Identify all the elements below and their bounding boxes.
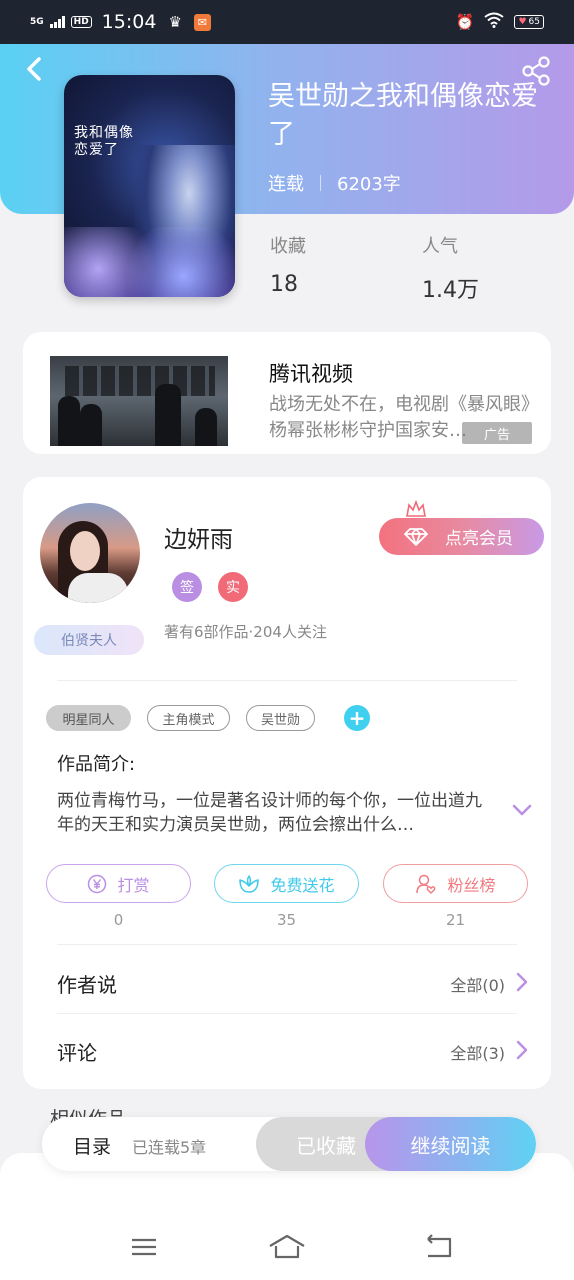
status-bar: 5G HD 15:04 ♛ ✉ ⏰ ♥ 65 <box>0 0 574 44</box>
flower-icon <box>239 874 260 893</box>
fan-count: 21 <box>445 911 466 929</box>
book-cover[interactable]: 我和偶像恋爱了 <box>64 75 235 297</box>
back-button[interactable] <box>20 54 50 84</box>
crown-icon <box>406 500 426 517</box>
tip-label: 打赏 <box>117 875 150 895</box>
divider <box>57 1013 517 1014</box>
ad-label: 广告 <box>462 422 532 444</box>
wifi-icon <box>484 12 505 32</box>
fan-rank-label: 粉丝榜 <box>447 875 496 895</box>
diamond-icon <box>404 528 428 546</box>
home-icon[interactable] <box>267 1230 307 1264</box>
cover-flowers <box>64 227 235 297</box>
fan-rank-button[interactable]: 粉丝榜 <box>383 864 528 903</box>
popularity-value: 1.4万 <box>422 278 479 303</box>
tag-item[interactable]: 主角模式 <box>147 705 230 731</box>
word-count: 6203字 <box>337 174 401 195</box>
fan-person-icon <box>416 874 436 894</box>
collect-stat: 收藏 18 <box>270 232 306 297</box>
verified-badge: 实 <box>218 572 248 602</box>
tip-count: 0 <box>113 911 124 929</box>
chevron-right-icon <box>516 1040 528 1060</box>
clock: 15:04 <box>101 11 157 33</box>
signal-icon <box>49 16 65 28</box>
divider <box>57 680 517 681</box>
chevron-right-icon <box>516 972 528 992</box>
meta-divider <box>320 175 321 191</box>
tag-item[interactable]: 明星同人 <box>46 705 131 731</box>
intro-text: 两位青梅竹马，一位是著名设计师的每个你，一位出道九年的天王和实力演员吴世勋，两位… <box>57 791 482 835</box>
author-name[interactable]: 边妍雨 <box>164 520 233 554</box>
alarm-icon: ⏰ <box>455 13 475 31</box>
hd-icon: HD <box>70 16 92 28</box>
toc-button[interactable]: 目录 <box>73 1132 111 1159</box>
popularity-stat: 人气 1.4万 <box>422 232 479 304</box>
menu-icon[interactable] <box>124 1230 164 1264</box>
plus-icon: + <box>348 706 366 730</box>
back-nav-icon[interactable] <box>418 1230 458 1264</box>
author-avatar[interactable] <box>40 503 140 603</box>
send-flower-label: 免费送花 <box>270 875 335 895</box>
author-says-row[interactable]: 作者说 全部(0) <box>23 953 551 1013</box>
author-says-label: 作者说 <box>57 973 117 997</box>
yuan-coin-icon <box>88 874 107 893</box>
system-nav-bar <box>0 1220 574 1280</box>
chevron-down-icon <box>512 804 532 816</box>
app-notification-icon: ✉ <box>193 13 211 31</box>
collect-value: 18 <box>270 272 298 297</box>
popularity-label: 人气 <box>422 236 458 257</box>
ad-thumbnail <box>50 356 228 446</box>
author-stats: 著有6部作品·204人关注 <box>164 623 327 641</box>
flower-count: 35 <box>276 911 297 929</box>
intro-label: 作品简介: <box>57 754 136 775</box>
comments-row[interactable]: 评论 全部(3) <box>23 1021 551 1081</box>
signed-badge: 签 <box>172 572 202 602</box>
crown-icon: ♛ <box>168 13 182 31</box>
serial-status: 连载 <box>268 174 304 195</box>
add-tag-button[interactable]: + <box>344 705 370 731</box>
comments-label: 评论 <box>57 1041 97 1065</box>
fan-rank-badge: 伯贤夫人 <box>34 625 144 655</box>
continue-reading-button[interactable]: 继续阅读 <box>365 1117 536 1171</box>
author-says-count: 全部(0) <box>450 976 505 995</box>
comments-count: 全部(3) <box>450 1044 505 1063</box>
cover-title: 我和偶像恋爱了 <box>74 125 134 158</box>
chevron-left-icon <box>27 57 41 81</box>
battery-level: 65 <box>528 17 540 27</box>
expand-intro-button[interactable] <box>510 800 534 820</box>
book-title: 吴世勋之我和偶像恋爱了 <box>268 81 538 150</box>
vip-button-label: 点亮会员 <box>445 529 513 549</box>
tag-item[interactable]: 吴世勋 <box>246 705 315 731</box>
vip-button[interactable]: 点亮会员 <box>379 518 544 555</box>
book-meta: 连载 6203字 <box>268 170 401 196</box>
network-type: 5G <box>30 16 44 27</box>
tip-button[interactable]: 打赏 <box>46 864 191 903</box>
send-flower-button[interactable]: 免费送花 <box>214 864 359 903</box>
battery-icon: ♥ 65 <box>514 15 544 29</box>
ad-title: 腾讯视频 <box>269 362 353 386</box>
collect-label: 收藏 <box>270 236 306 257</box>
divider <box>57 944 517 945</box>
chapter-count: 已连载5章 <box>132 1138 207 1157</box>
bottom-action-bar: 目录 已连载5章 已收藏 继续阅读 <box>42 1117 536 1171</box>
